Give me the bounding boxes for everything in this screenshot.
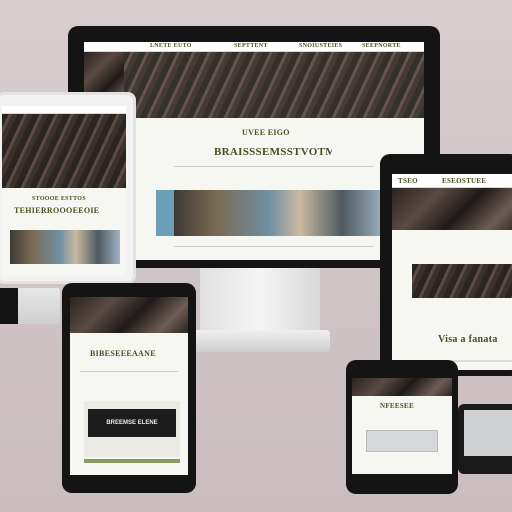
monitor-nav-brand[interactable]: LNETE EUTO <box>150 43 192 49</box>
monitor-stand-base <box>190 330 330 352</box>
laptop-hero-image <box>2 114 126 188</box>
phone-device: NFEESEE <box>346 360 458 494</box>
tablet-right-strip-image <box>412 264 512 298</box>
tablet-center-device: BIBESEEEAANE BREEMSE ELENE <box>62 283 196 493</box>
monitor-hero-image <box>124 52 424 118</box>
monitor-gallery-accent <box>156 190 174 236</box>
tablet-right-navbar: TSEO ESEOSTUEE <box>392 174 512 188</box>
tablet-center-headline: BIBESEEEAANE <box>90 349 156 358</box>
phone-preview-card <box>366 430 438 452</box>
phone-hero-image <box>352 378 452 396</box>
laptop-device: STOOOE ESTTOS TEHIERROOOEEOIE <box>0 92 136 324</box>
tablet-center-hero-image <box>70 297 188 333</box>
monitor-stand-neck <box>200 268 320 334</box>
laptop-navbar <box>2 106 126 114</box>
tablet-right-nav-title[interactable]: ESEOSTUEE <box>442 177 486 185</box>
monitor-nav-link-3[interactable]: SEEPNORTE <box>362 43 401 49</box>
tablet-right-device: TSEO ESEOSTUEE Visa a fanata <box>380 154 512 376</box>
monitor-navbar: LNETE EUTO SEPTTENT SNOIUSTEIES SEEPNORT… <box>84 42 424 52</box>
monitor-headline: BRAISSSEMSSTVOTM <box>214 146 332 158</box>
tablet-center-cta-button[interactable]: BREEMSE ELENE <box>88 409 176 437</box>
phone-screen: NFEESEE <box>352 378 452 474</box>
laptop-screen: STOOOE ESTTOS TEHIERROOOEEOIE <box>2 106 126 276</box>
monitor-divider <box>174 166 374 167</box>
monitor-gallery-image <box>174 190 384 236</box>
tablet-center-divider <box>80 371 178 372</box>
tablet-right-screen: TSEO ESEOSTUEE Visa a fanata <box>392 174 512 370</box>
monitor-nav-link-1[interactable]: SEPTTENT <box>234 43 268 49</box>
monitor-footer-line <box>174 246 374 247</box>
tablet-center-footer-bar <box>84 459 180 463</box>
laptop-gallery-image <box>10 230 120 264</box>
phone-right-partial-device <box>458 404 512 474</box>
laptop-headline: TEHIERROOOEEOIE <box>14 206 100 215</box>
tablet-center-screen: BIBESEEEAANE BREEMSE ELENE <box>70 297 188 475</box>
tablet-right-hero-image <box>392 188 512 230</box>
laptop-nav-brand: STOOOE ESTTOS <box>32 196 86 202</box>
phone-right-partial-screen <box>464 410 512 456</box>
tablet-right-headline: Visa a fanata <box>438 334 498 345</box>
phone-headline: NFEESEE <box>380 402 414 410</box>
monitor-nav-link-2[interactable]: SNOIUSTEIES <box>299 43 342 49</box>
laptop-hinge <box>0 288 18 324</box>
monitor-subtitle: UVEE EIGO <box>242 128 290 137</box>
tablet-right-nav-brand[interactable]: TSEO <box>398 177 418 185</box>
tablet-center-cta-label: BREEMSE ELENE <box>106 420 158 426</box>
